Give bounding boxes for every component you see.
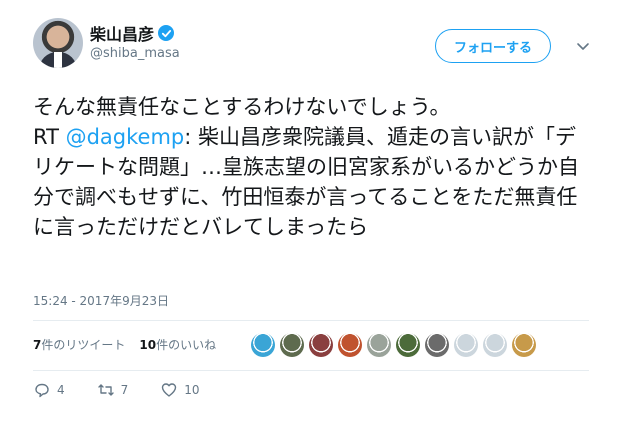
name-row[interactable]: 柴山昌彦 [90, 21, 175, 45]
like-count: 10 [184, 383, 200, 397]
tweet-stats: 7件のリツイート 10件のいいね [33, 336, 216, 353]
liker-avatar[interactable] [309, 333, 333, 357]
mention-link[interactable]: @dagkemp [66, 125, 185, 149]
liker-avatar[interactable] [367, 333, 391, 357]
liker-avatar[interactable] [483, 333, 507, 357]
rt-prefix: RT [33, 125, 66, 149]
display-name[interactable]: 柴山昌彦 [90, 21, 154, 45]
tweet-header: 柴山昌彦 @shiba_masa フォローする [33, 18, 593, 74]
liker-avatar[interactable] [338, 333, 362, 357]
avatar[interactable] [33, 18, 83, 68]
reply-button[interactable]: 4 [33, 381, 65, 399]
retweet-count: 7 [120, 383, 129, 397]
liker-avatars [251, 333, 536, 357]
tweet-actions: 4 7 10 [33, 381, 232, 399]
like-button[interactable]: 10 [160, 381, 200, 399]
liker-avatar[interactable] [454, 333, 478, 357]
like-stat[interactable]: 10件のいいね [139, 336, 216, 353]
heart-icon [162, 383, 177, 397]
divider [33, 320, 589, 321]
tweet-timestamp[interactable]: 15:24 - 2017年9月23日 [33, 292, 169, 309]
reply-icon [35, 383, 49, 398]
retweet-icon [97, 384, 114, 396]
user-handle[interactable]: @shiba_masa [90, 46, 180, 61]
liker-avatar[interactable] [512, 333, 536, 357]
divider [33, 370, 589, 371]
tweet-text: そんな無責任なことするわけないでしょう。 RT @dagkemp: 柴山昌彦衆院… [33, 92, 593, 242]
reply-count: 4 [57, 383, 65, 397]
like-stat-count: 10 [139, 338, 157, 352]
liker-avatar[interactable] [251, 333, 275, 357]
verified-badge-icon [158, 25, 175, 41]
liker-avatar[interactable] [280, 333, 304, 357]
retweet-stat[interactable]: 7件のリツイート [33, 336, 125, 353]
tweet-text-line1: そんな無責任なことするわけないでしょう。 [33, 95, 451, 119]
like-stat-label: 件のいいね [156, 338, 217, 352]
follow-button[interactable]: フォローする [435, 29, 551, 63]
chevron-down-icon[interactable] [575, 38, 591, 54]
retweet-stat-label: 件のリツイート [41, 338, 126, 352]
retweet-button[interactable]: 7 [97, 381, 129, 399]
liker-avatar[interactable] [425, 333, 449, 357]
liker-avatar[interactable] [396, 333, 420, 357]
